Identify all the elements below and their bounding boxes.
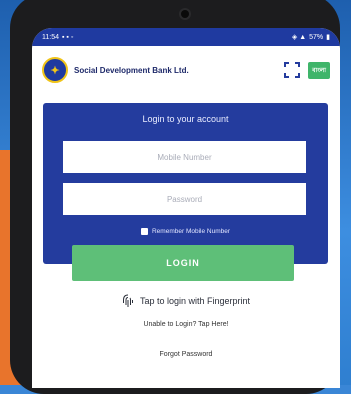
battery-level: 57% (309, 33, 324, 41)
signal-icon: ◈ ▲ (291, 34, 307, 41)
remember-checkbox[interactable] (140, 228, 148, 235)
login-help-link[interactable]: Unable to Login? Tap Here! (32, 321, 340, 328)
fullscreen-icon[interactable] (284, 62, 301, 78)
status-time: 11:54 (42, 33, 59, 41)
login-title: Login to your account (142, 114, 229, 124)
fingerprint-login[interactable]: Tap to login with Fingerprint (32, 294, 340, 308)
forgot-password-link[interactable]: Forgot Password (32, 351, 340, 358)
login-button[interactable]: LOGIN (72, 245, 294, 281)
fingerprint-icon (122, 294, 133, 307)
front-camera (181, 10, 189, 18)
battery-icon: ▮ (326, 34, 330, 41)
app-screen: 11:54 ▪ ▪ ◦ ◈ ▲ 57% ▮ ✦ Social Developme… (32, 28, 340, 388)
remember-mobile-row[interactable]: Remember Mobile Number (43, 228, 328, 235)
app-header: ✦ Social Development Bank Ltd. বাংলা (32, 46, 340, 94)
notification-icon: ▪ ▪ ◦ (62, 33, 74, 41)
login-card: Login to your account Remember Mobile Nu… (43, 103, 328, 264)
bank-logo-icon: ✦ (42, 57, 68, 83)
password-input[interactable] (63, 183, 306, 215)
remember-label: Remember Mobile Number (151, 228, 231, 235)
status-bar: 11:54 ▪ ▪ ◦ ◈ ▲ 57% ▮ (32, 28, 340, 46)
language-toggle-button[interactable]: বাংলা (308, 61, 330, 79)
bank-name: Social Development Bank Ltd. (74, 65, 189, 75)
fingerprint-label: Tap to login with Fingerprint (139, 296, 251, 306)
mobile-number-input[interactable] (63, 141, 306, 173)
phone-frame: 11:54 ▪ ▪ ◦ ◈ ▲ 57% ▮ ✦ Social Developme… (10, 0, 340, 394)
